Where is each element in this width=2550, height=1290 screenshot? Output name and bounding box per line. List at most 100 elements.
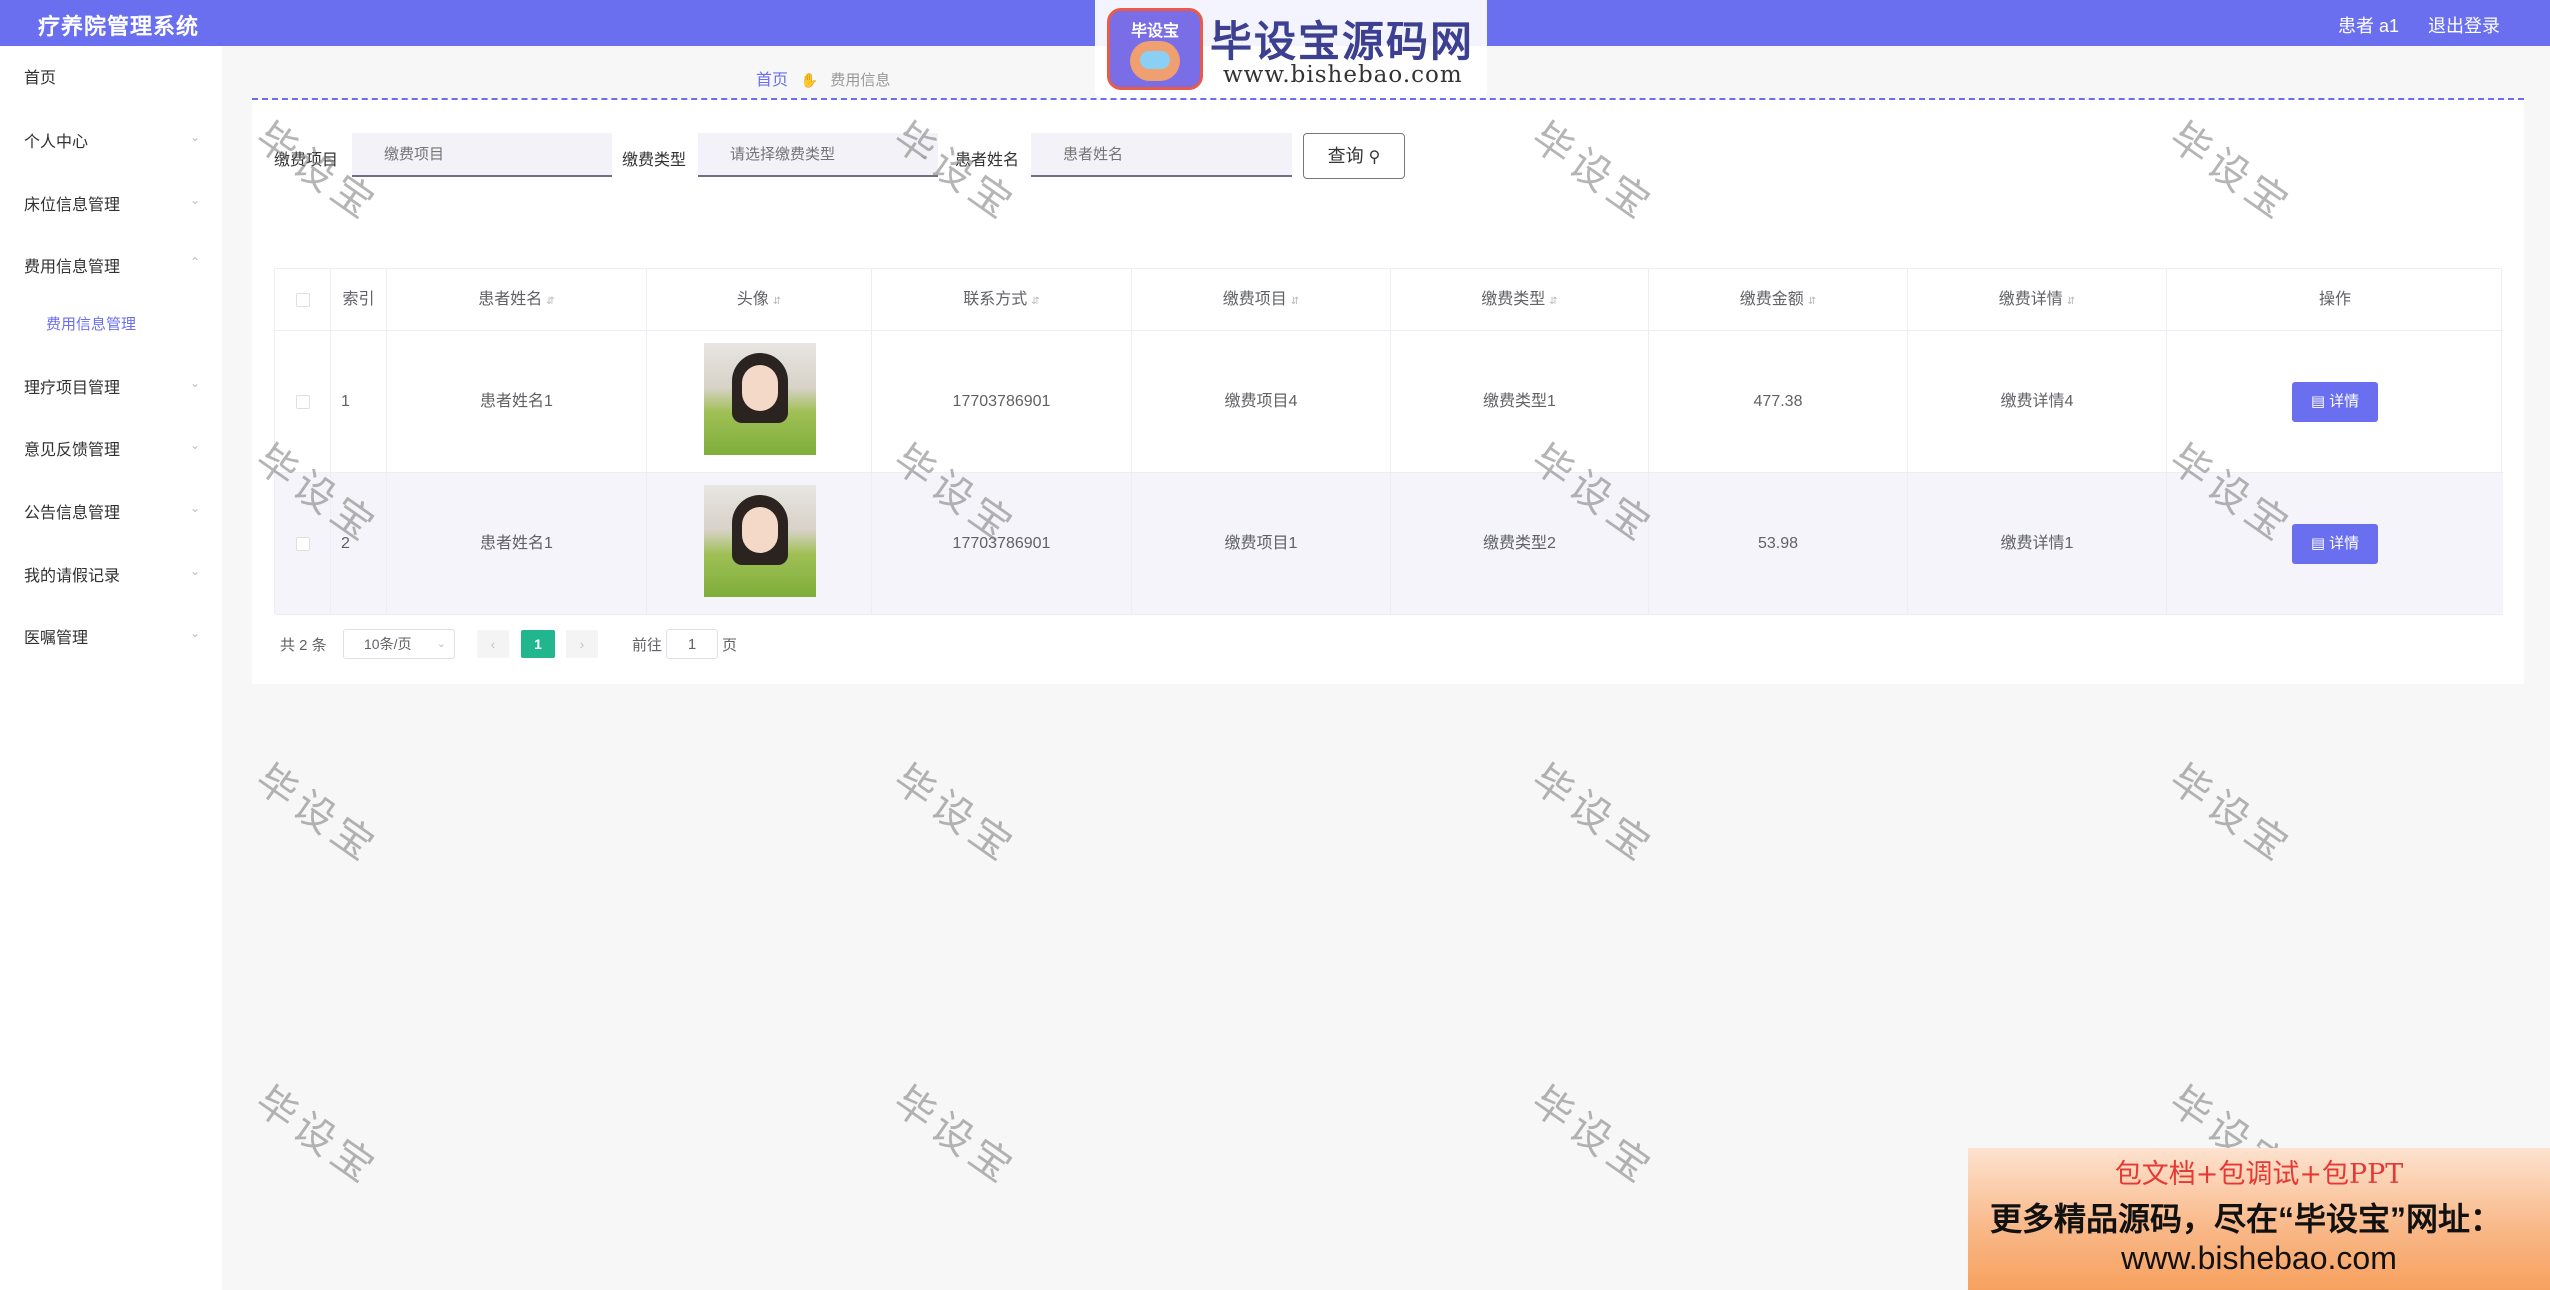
patient-name-label: 患者姓名 <box>955 152 1020 169</box>
sidebar-item-bed-info[interactable]: 床位信息管理 ⌄ <box>24 191 200 215</box>
table-row: 2 患者姓名1 17703786901 缴费项目1 缴费类型2 53.98 缴费… <box>275 473 2503 615</box>
fee-table: 索引 患者姓名 ⇵ 头像 ⇵ 联系方式 ⇵ 缴费项目 ⇵ 缴费类型 ⇵ 缴费金额 ⇵ 缴费详… <box>274 268 2503 615</box>
avatar[interactable] <box>704 485 816 597</box>
cell-phone: 17703786901 <box>872 331 1132 473</box>
page-size-select[interactable]: 10条/页 ⌄ <box>343 629 455 659</box>
sort-icon[interactable]: ⇵ <box>1031 296 1039 307</box>
cell-name: 患者姓名1 <box>387 473 647 615</box>
avatar[interactable] <box>704 343 816 455</box>
detail-button[interactable]: ▤ 详情 <box>2292 381 2378 422</box>
badge-text: 毕设宝 <box>1130 23 1179 40</box>
cell-phone: 17703786901 <box>872 473 1132 615</box>
cell-avatar <box>647 473 872 615</box>
fee-type-select[interactable] <box>698 133 938 177</box>
goto-suffix: 页 <box>722 637 738 654</box>
watermark-text: 毕设宝 <box>247 756 386 872</box>
sort-icon[interactable]: ⇵ <box>1549 296 1557 307</box>
page-number-current[interactable]: 1 <box>521 630 555 658</box>
prev-page-button[interactable]: ‹ <box>477 630 509 658</box>
cell-amount: 53.98 <box>1649 473 1908 615</box>
column-header-label: 缴费金额 <box>1739 291 1804 308</box>
sidebar-item-feedback[interactable]: 意见反馈管理 ⌄ <box>24 436 200 460</box>
document-icon: ▤ <box>2310 534 2330 552</box>
breadcrumb-current: 费用信息 <box>830 72 891 89</box>
promo-banner: 包文档+包调试+包PPT 更多精品源码，尽在“毕设宝”网址： www.bishe… <box>1968 1148 2550 1290</box>
table-row: 1 患者姓名1 17703786901 缴费项目4 缴费类型1 477.38 缴… <box>275 331 2503 473</box>
fee-type-label: 缴费类型 <box>622 152 687 169</box>
sidebar-item-label: 费用信息管理 <box>24 259 121 276</box>
chevron-down-icon: ⌄ <box>189 438 200 452</box>
sort-icon[interactable]: ⇵ <box>546 296 554 307</box>
sidebar-item-leave[interactable]: 我的请假记录 ⌄ <box>24 562 200 586</box>
row-checkbox-cell <box>275 331 331 473</box>
column-header-label: 联系方式 <box>963 291 1028 308</box>
column-header-name[interactable]: 患者姓名 ⇵ <box>387 269 647 331</box>
column-header-amount[interactable]: 缴费金额 ⇵ <box>1649 269 1908 331</box>
chevron-down-icon: ⌄ <box>189 130 200 144</box>
hand-icon: ✋ <box>800 72 818 88</box>
page-size-value: 10条/页 <box>364 636 412 652</box>
query-button[interactable]: 查询 ⚲ <box>1303 133 1405 179</box>
column-header-fee-type[interactable]: 缴费类型 ⇵ <box>1391 269 1649 331</box>
logout-link[interactable]: 退出登录 <box>2428 12 2500 38</box>
cell-index: 1 <box>331 331 387 473</box>
divider <box>252 98 2524 100</box>
select-all-checkbox[interactable] <box>295 292 310 307</box>
promo-line-2: 更多精品源码，尽在“毕设宝”网址： <box>1990 1201 2503 1237</box>
sidebar-item-personal-center[interactable]: 个人中心 ⌄ <box>24 128 200 152</box>
next-page-button[interactable]: › <box>566 630 598 658</box>
cell-fee-item: 缴费项目1 <box>1132 473 1391 615</box>
sidebar-item-home[interactable]: 首页 <box>24 64 200 88</box>
query-button-label: 查询 <box>1327 146 1364 166</box>
chevron-up-icon: ⌃ <box>189 255 200 269</box>
column-header-label: 患者姓名 <box>478 291 543 308</box>
sidebar-item-label: 我的请假记录 <box>24 568 121 585</box>
row-checkbox-cell <box>275 473 331 615</box>
sort-icon[interactable]: ⇵ <box>1808 296 1816 307</box>
sort-icon[interactable]: ⇵ <box>1291 296 1299 307</box>
watermark-text: 毕设宝 <box>2161 756 2300 872</box>
column-header-fee-item[interactable]: 缴费项目 ⇵ <box>1132 269 1391 331</box>
row-checkbox[interactable] <box>295 536 310 551</box>
goto-label: 前往 <box>632 637 663 654</box>
column-header-detail[interactable]: 缴费详情 ⇵ <box>1908 269 2167 331</box>
chevron-down-icon: ⌄ <box>189 376 200 390</box>
sidebar-item-therapy[interactable]: 理疗项目管理 ⌄ <box>24 374 200 398</box>
chevron-down-icon: ⌄ <box>189 626 200 640</box>
sort-icon[interactable]: ⇵ <box>773 296 781 307</box>
sidebar-item-label: 医嘱管理 <box>24 630 89 647</box>
watermark-text: 毕设宝 <box>1523 756 1662 872</box>
sidebar-item-label: 意见反馈管理 <box>24 442 121 459</box>
detail-button[interactable]: ▤ 详情 <box>2292 523 2378 564</box>
sort-icon[interactable]: ⇵ <box>2067 296 2075 307</box>
cell-action: ▤ 详情 <box>2167 331 2503 473</box>
sidebar-item-notice[interactable]: 公告信息管理 ⌄ <box>24 499 200 523</box>
cell-fee-type: 缴费类型2 <box>1391 473 1649 615</box>
cell-detail: 缴费详情4 <box>1908 331 2167 473</box>
current-user[interactable]: 患者 a1 <box>2338 12 2399 38</box>
column-header-label: 缴费项目 <box>1222 291 1287 308</box>
cell-action: ▤ 详情 <box>2167 473 2503 615</box>
detail-button-label: 详情 <box>2329 392 2360 410</box>
cell-index: 2 <box>331 473 387 615</box>
sidebar: 首页 个人中心 ⌄ 床位信息管理 ⌄ 费用信息管理 ⌃ 费用信息管理 理疗项目管理 ⌄ … <box>0 46 222 1290</box>
column-header-avatar[interactable]: 头像 ⇵ <box>647 269 872 331</box>
chevron-down-icon: ⌄ <box>189 501 200 515</box>
watermark-logo: 毕设宝 毕设宝源码网 www.bishebao.com <box>1095 0 1487 98</box>
row-checkbox[interactable] <box>295 394 310 409</box>
chevron-down-icon: ⌄ <box>189 564 200 578</box>
goto-page-input[interactable] <box>666 629 718 659</box>
sidebar-item-medical-orders[interactable]: 医嘱管理 ⌄ <box>24 624 200 648</box>
watermark-text: 毕设宝 <box>885 756 1024 872</box>
column-header-phone[interactable]: 联系方式 ⇵ <box>872 269 1132 331</box>
sidebar-subitem-fee-info[interactable]: 费用信息管理 <box>46 313 136 334</box>
watermark-text: 毕设宝 <box>247 1078 386 1194</box>
patient-name-input[interactable] <box>1031 133 1292 177</box>
fee-item-label: 缴费项目 <box>274 152 339 169</box>
sidebar-item-fee-info[interactable]: 费用信息管理 ⌃ <box>24 253 200 277</box>
fee-item-input[interactable] <box>352 133 612 177</box>
breadcrumb-home[interactable]: 首页 <box>756 72 788 89</box>
cell-amount: 477.38 <box>1649 331 1908 473</box>
cell-detail: 缴费详情1 <box>1908 473 2167 615</box>
chevron-down-icon: ⌄ <box>189 193 200 207</box>
